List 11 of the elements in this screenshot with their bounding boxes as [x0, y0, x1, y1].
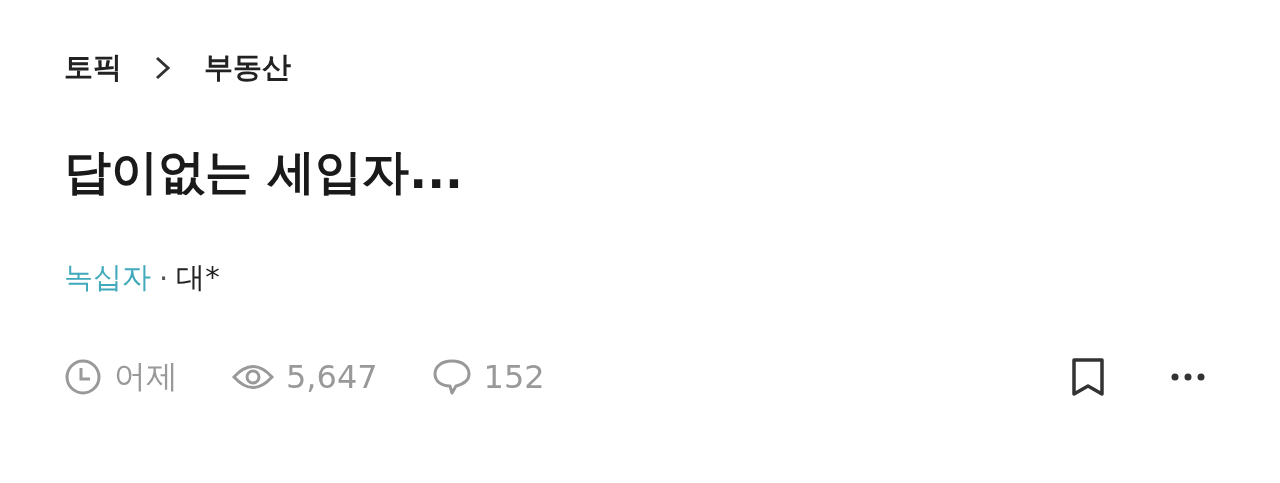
clock-icon	[64, 358, 102, 397]
post-time: 어제	[114, 356, 178, 398]
separator-dot: ·	[159, 261, 169, 296]
post-title: 답이없는 세입자...	[64, 144, 464, 201]
bookmark-button[interactable]	[1070, 357, 1106, 398]
view-count: 5,647	[286, 358, 378, 397]
comment-count: 152	[483, 358, 545, 397]
breadcrumb-link[interactable]: 부동산	[204, 48, 291, 88]
breadcrumb-link[interactable]: 토픽	[64, 48, 122, 88]
author-name: 대*	[176, 259, 220, 297]
more-options-button[interactable]	[1170, 372, 1206, 383]
